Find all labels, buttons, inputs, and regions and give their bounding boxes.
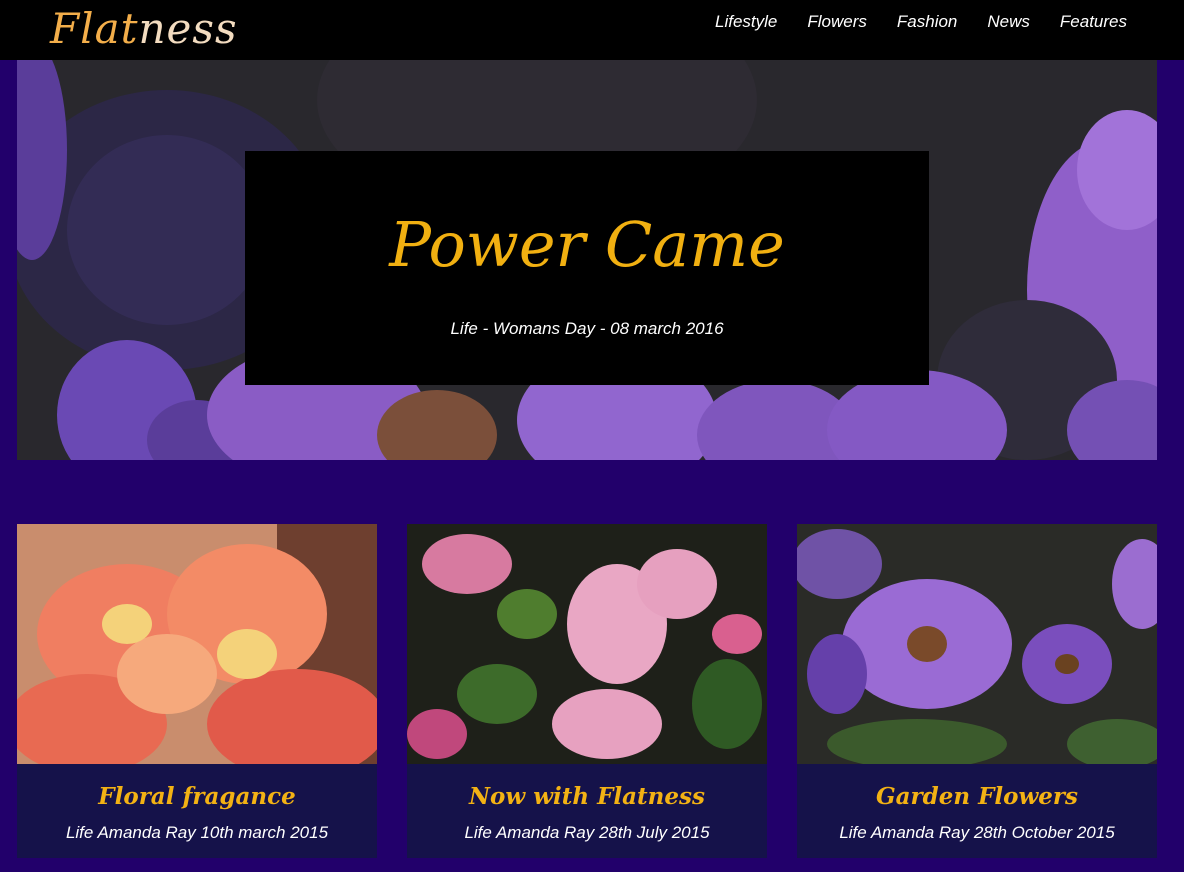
card-title[interactable]: Now with Flatness [407,782,767,812]
hero-caption-box: Power Came Life - Womans Day - 08 march … [245,151,929,385]
card-title[interactable]: Floral fragance [17,782,377,812]
hero-meta: Life - Womans Day - 08 march 2016 [450,319,724,338]
article-card[interactable]: Now with Flatness Life Amanda Ray 28th J… [407,524,767,858]
nav-link-news[interactable]: News [987,11,1030,33]
article-card[interactable]: Floral fragance Life Amanda Ray 10th mar… [17,524,377,858]
card-meta: Life Amanda Ray 28th July 2015 [464,823,710,842]
top-navbar: Flatness Lifestyle Flowers Fashion News … [0,0,1184,60]
main-nav: Lifestyle Flowers Fashion News Features [715,11,1127,33]
nav-link-features[interactable]: Features [1060,11,1127,33]
hero-title[interactable]: Power Came [245,209,929,281]
logo-part-flat: Flat [50,4,139,53]
card-image [797,524,1157,764]
nav-link-fashion[interactable]: Fashion [897,11,957,33]
card-image [407,524,767,764]
logo-part-ness: ness [138,4,238,53]
card-meta: Life Amanda Ray 28th October 2015 [839,823,1115,842]
article-card[interactable]: Garden Flowers Life Amanda Ray 28th Octo… [797,524,1157,858]
card-meta: Life Amanda Ray 10th march 2015 [65,823,329,842]
card-image [17,524,377,764]
nav-link-flowers[interactable]: Flowers [807,11,867,33]
card-title[interactable]: Garden Flowers [797,782,1157,812]
hero-banner[interactable]: Power Came Life - Womans Day - 08 march … [17,60,1157,460]
site-logo[interactable]: Flatness [50,4,238,54]
nav-link-lifestyle[interactable]: Lifestyle [715,11,777,33]
